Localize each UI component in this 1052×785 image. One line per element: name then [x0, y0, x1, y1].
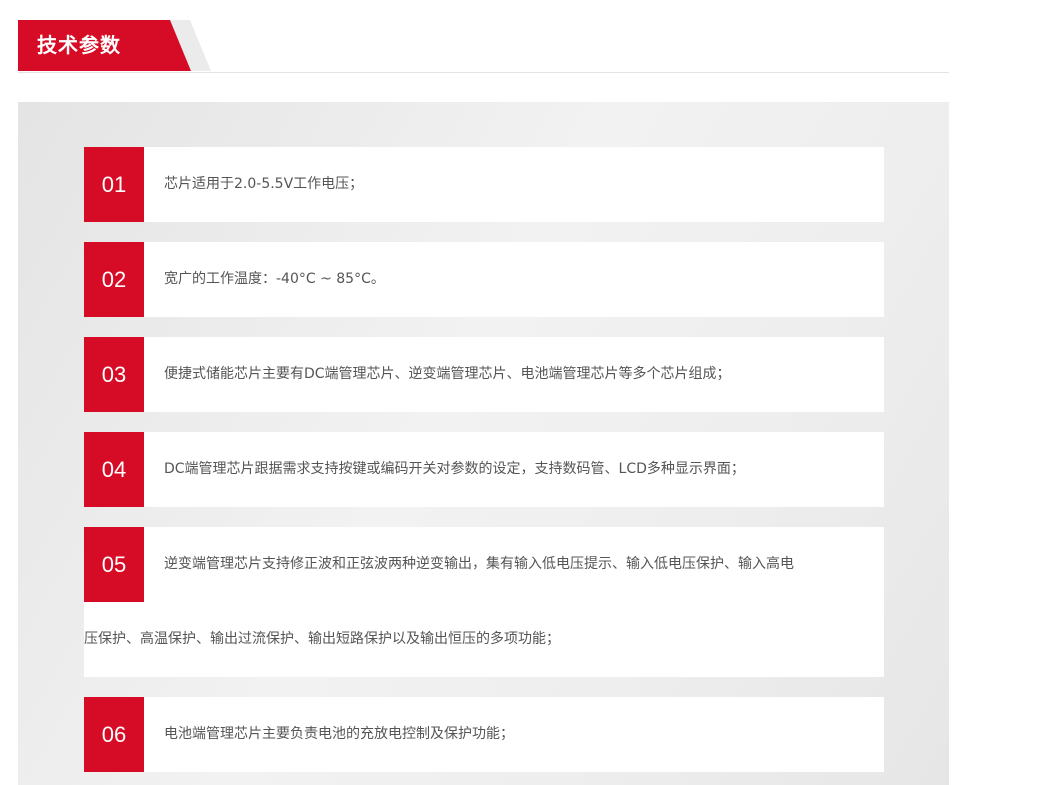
spec-text: 便捷式储能芯片主要有DC端管理芯片、逆变端管理芯片、电池端管理芯片等多个芯片组成… [164, 366, 731, 382]
spec-number: 01 [84, 147, 144, 222]
spec-text: 电池端管理芯片主要负责电池的充放电控制及保护功能； [164, 726, 514, 742]
spec-text: 宽广的工作温度：-40°C ~ 85°C。 [164, 271, 385, 287]
spec-item-05: 05 逆变端管理芯片支持修正波和正弦波两种逆变输出，集有输入低电压提示、输入低电… [84, 527, 884, 677]
spec-text: 芯片适用于2.0-5.5V工作电压； [164, 176, 364, 192]
specs-panel: 01 芯片适用于2.0-5.5V工作电压； 02 宽广的工作温度：-40°C ~… [18, 102, 949, 785]
spec-number: 05 [84, 527, 144, 602]
section-header: 技术参数 [18, 20, 949, 73]
spec-item-04: 04 DC端管理芯片跟据需求支持按键或编码开关对参数的设定，支持数码管、LCD多… [84, 432, 884, 507]
spec-number: 06 [84, 697, 144, 772]
spec-item-03: 03 便捷式储能芯片主要有DC端管理芯片、逆变端管理芯片、电池端管理芯片等多个芯… [84, 337, 884, 412]
spec-number: 03 [84, 337, 144, 412]
spec-item-02: 02 宽广的工作温度：-40°C ~ 85°C。 [84, 242, 884, 317]
spec-text: 逆变端管理芯片支持修正波和正弦波两种逆变输出，集有输入低电压提示、输入低电压保护… [164, 556, 794, 572]
spec-text-continued: 压保护、高温保护、输出过流保护、输出短路保护以及输出恒压的多项功能； [84, 631, 560, 647]
spec-item-01: 01 芯片适用于2.0-5.5V工作电压； [84, 147, 884, 222]
spec-text: DC端管理芯片跟据需求支持按键或编码开关对参数的设定，支持数码管、LCD多种显示… [164, 461, 745, 477]
section-title: 技术参数 [37, 33, 121, 57]
spec-number: 02 [84, 242, 144, 317]
spec-item-06: 06 电池端管理芯片主要负责电池的充放电控制及保护功能； [84, 697, 884, 772]
spec-number: 04 [84, 432, 144, 507]
